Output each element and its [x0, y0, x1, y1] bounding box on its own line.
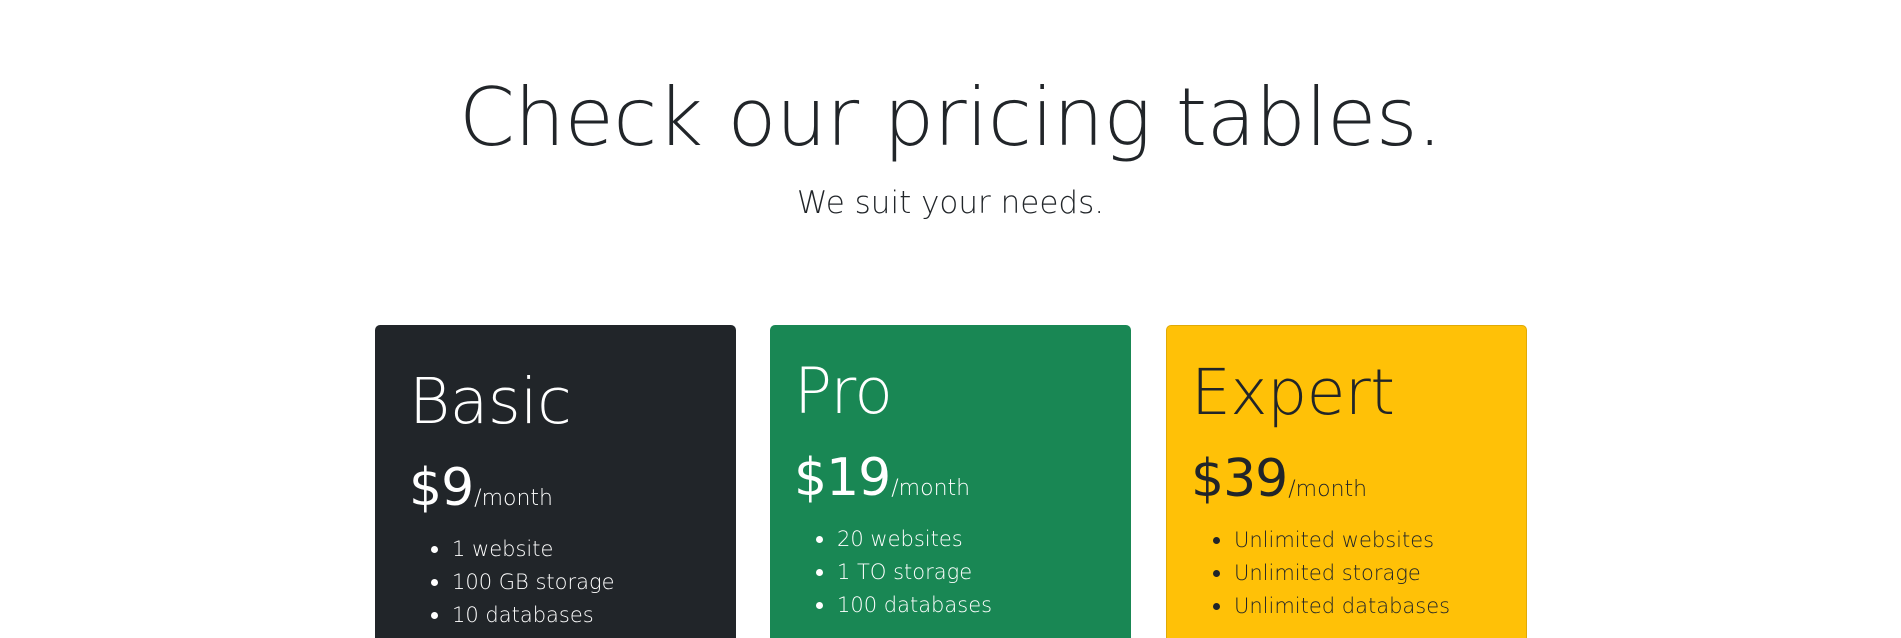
bullet-icon — [816, 569, 823, 576]
feature-item: 1 TO storage — [816, 556, 1107, 589]
pricing-card-expert: Expert $39 /month Unlimited websites Unl… — [1166, 325, 1527, 638]
feature-list: Unlimited websites Unlimited storage Unl… — [1191, 524, 1502, 623]
pricing-page: Check our pricing tables. We suit your n… — [0, 0, 1901, 638]
feature-item: Unlimited databases — [1213, 590, 1502, 623]
price-period: /month — [891, 476, 971, 501]
feature-label: 100 GB storage — [452, 570, 615, 594]
plan-name: Expert — [1191, 356, 1395, 429]
feature-item: 20 websites — [816, 523, 1107, 556]
feature-item: 1 website — [431, 533, 702, 566]
page-title: Check our pricing tables. — [459, 71, 1442, 164]
feature-label: 1 website — [452, 537, 554, 561]
feature-item: 100 GB storage — [431, 566, 702, 599]
price-row: $39 /month — [1191, 440, 1502, 510]
feature-item: Unlimited websites — [1213, 524, 1502, 557]
plan-name: Pro — [794, 355, 893, 428]
price-period: /month — [474, 486, 553, 511]
bullet-icon — [431, 546, 438, 553]
page-subtitle: We suit your needs. — [796, 185, 1105, 221]
feature-label: Unlimited databases — [1234, 594, 1451, 618]
price-amount: $19 — [794, 448, 891, 508]
feature-list: 20 websites 1 TO storage 100 databases — [794, 523, 1107, 622]
bullet-icon — [1213, 537, 1220, 544]
feature-item: Unlimited storage — [1213, 557, 1502, 590]
feature-label: 20 websites — [837, 527, 963, 551]
price-row: $19 /month — [794, 439, 1107, 509]
price-amount: $39 — [1191, 449, 1288, 509]
feature-label: Unlimited websites — [1234, 528, 1435, 552]
feature-list: 1 website 100 GB storage 10 databases — [409, 533, 702, 632]
feature-item: 10 databases — [431, 599, 702, 632]
pricing-card-pro: Pro $19 /month 20 websites 1 TO storage … — [770, 325, 1131, 638]
feature-label: 1 TO storage — [837, 560, 973, 584]
bullet-icon — [431, 612, 438, 619]
plan-name: Basic — [409, 365, 572, 438]
price-amount: $9 — [409, 458, 474, 518]
bullet-icon — [1213, 603, 1220, 610]
pricing-card-basic: Basic $9 /month 1 website 100 GB storage… — [375, 325, 736, 638]
price-period: /month — [1288, 477, 1368, 502]
feature-item: 100 databases — [816, 589, 1107, 622]
price-row: $9 /month — [409, 449, 702, 519]
feature-label: 10 databases — [452, 603, 594, 627]
bullet-icon — [1213, 570, 1220, 577]
bullet-icon — [816, 602, 823, 609]
feature-label: Unlimited storage — [1234, 561, 1421, 585]
bullet-icon — [816, 536, 823, 543]
feature-label: 100 databases — [837, 593, 993, 617]
bullet-icon — [431, 579, 438, 586]
